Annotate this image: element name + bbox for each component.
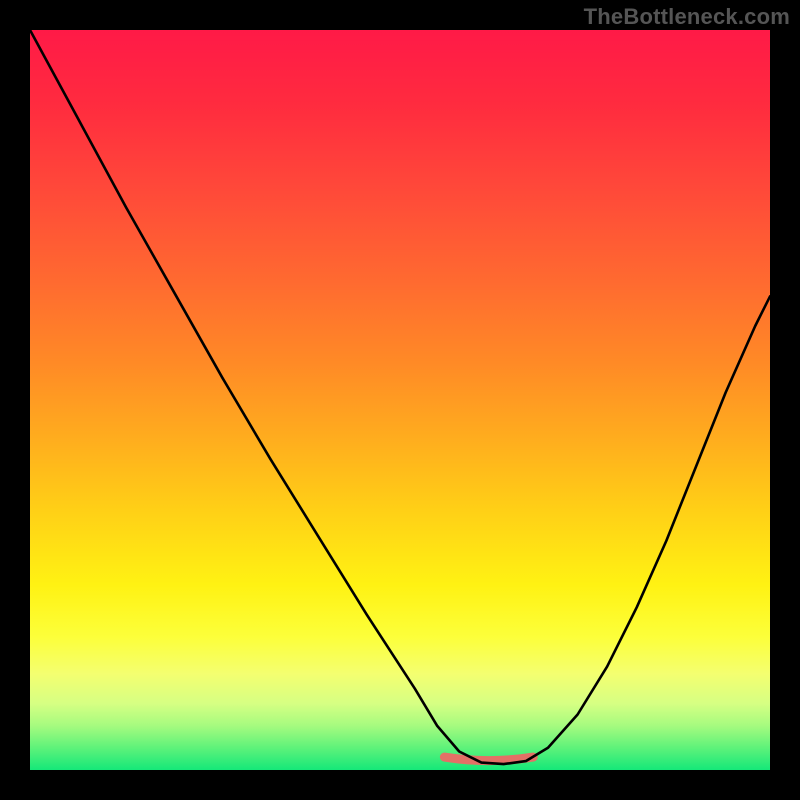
watermark-text: TheBottleneck.com (584, 4, 790, 30)
plot-area (30, 30, 770, 770)
bottleneck-curve-line (30, 30, 770, 764)
chart-frame: TheBottleneck.com (0, 0, 800, 800)
chart-svg (30, 30, 770, 770)
optimal-range-highlight (444, 757, 533, 761)
